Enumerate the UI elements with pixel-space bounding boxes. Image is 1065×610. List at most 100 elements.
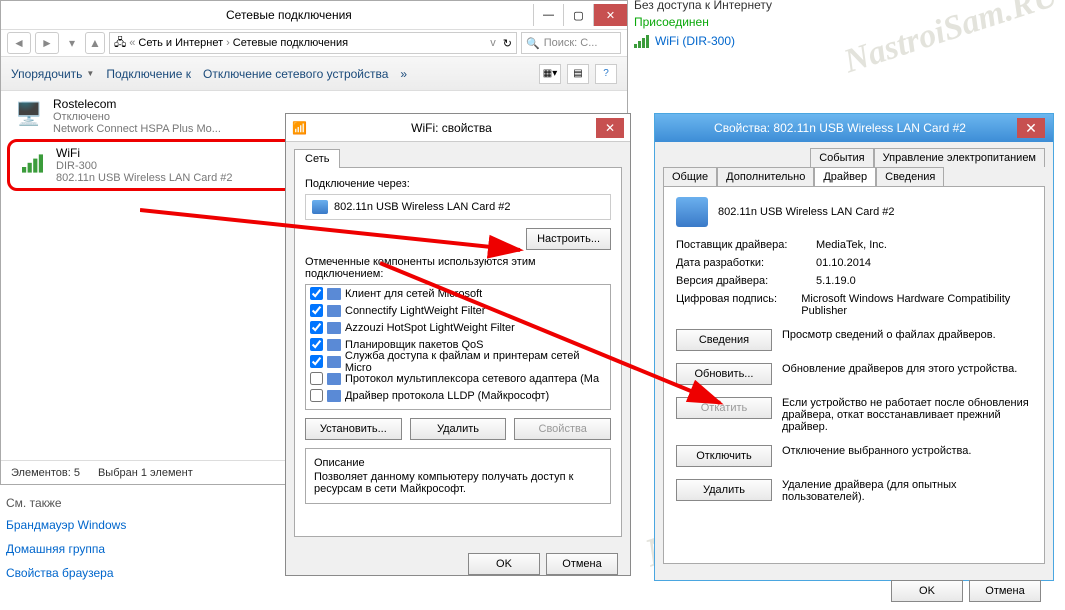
component-checkbox[interactable] (310, 321, 323, 334)
update-driver-button[interactable]: Обновить... (676, 363, 772, 385)
disable-device-button[interactable]: Отключить (676, 445, 772, 467)
component-checkbox[interactable] (310, 338, 323, 351)
connection-name: WiFi (56, 146, 233, 160)
list-item[interactable]: Протокол мультиплексора сетевого адаптер… (306, 370, 610, 387)
adapter-icon (312, 200, 328, 214)
breadcrumb-part[interactable]: Сеть и Интернет (138, 37, 223, 49)
nav-forward-button[interactable]: ► (35, 32, 59, 54)
delete-driver-button[interactable]: Удалить (676, 479, 772, 501)
component-checkbox[interactable] (310, 372, 323, 385)
tab-general[interactable]: Общие (663, 167, 717, 186)
refresh-icon[interactable]: ↻ (503, 37, 512, 50)
dialog-close-button[interactable]: ✕ (596, 118, 624, 138)
list-item[interactable]: Служба доступа к файлам и принтерам сете… (306, 353, 610, 370)
preview-pane-button[interactable]: ▤ (567, 64, 589, 84)
nav-back-button[interactable]: ◄ (7, 32, 31, 54)
selection-count: Выбран 1 элемент (98, 467, 193, 479)
browser-props-link[interactable]: Свойства браузера (6, 566, 126, 580)
address-toolbar: ◄ ► ▾ ▲ 🖧 « Сеть и Интернет › Сетевые по… (1, 29, 627, 57)
component-icon (327, 288, 341, 300)
update-driver-desc: Обновление драйверов для этого устройств… (782, 363, 1032, 375)
firewall-link[interactable]: Брандмауэр Windows (6, 518, 126, 532)
homegroup-link[interactable]: Домашняя группа (6, 542, 126, 556)
search-icon: 🔍 (526, 37, 540, 50)
see-also-panel: См. также Брандмауэр Windows Домашняя гр… (6, 496, 126, 590)
breadcrumb[interactable]: 🖧 « Сеть и Интернет › Сетевые подключени… (109, 32, 517, 54)
component-icon (327, 390, 341, 402)
command-toolbar: Упорядочить▼ Подключение к Отключение се… (1, 57, 627, 91)
connection-name: Rostelecom (53, 97, 221, 111)
tab-driver[interactable]: Драйвер (814, 167, 876, 186)
network-status-panel: Без доступа к Интернету Присоединен WiFi… (634, 0, 772, 48)
version-value: 5.1.19.0 (816, 275, 856, 287)
component-icon (327, 339, 341, 351)
component-checkbox[interactable] (310, 389, 323, 402)
cancel-button[interactable]: Отмена (969, 580, 1041, 602)
dialog-title: Свойства: 802.11n USB Wireless LAN Card … (663, 121, 1017, 135)
rollback-driver-button[interactable]: Откатить (676, 397, 772, 419)
component-checkbox[interactable] (310, 287, 323, 300)
dialog-close-button[interactable]: ✕ (1017, 118, 1045, 138)
ok-button[interactable]: OK (468, 553, 540, 575)
connection-device: Network Connect HSPA Plus Mo... (53, 123, 221, 135)
organize-button[interactable]: Упорядочить▼ (11, 67, 94, 81)
disable-device-desc: Отключение выбранного устройства. (782, 445, 1032, 457)
nav-up-button[interactable]: ▲ (85, 32, 105, 54)
driver-details-button[interactable]: Сведения (676, 329, 772, 351)
rollback-driver-desc: Если устройство не работает после обновл… (782, 397, 1032, 433)
disable-device-button[interactable]: Отключение сетевого устройства (203, 67, 388, 81)
tab-advanced[interactable]: Дополнительно (717, 167, 814, 186)
more-commands-button[interactable]: » (400, 67, 407, 81)
list-item[interactable]: Azzouzi HotSpot LightWeight Filter (306, 319, 610, 336)
ok-button[interactable]: OK (891, 580, 963, 602)
connection-icon: 🖥️ (11, 97, 47, 131)
tab-power[interactable]: Управление электропитанием (874, 148, 1045, 167)
list-item[interactable]: Драйвер протокола LLDP (Майкрософт) (306, 387, 610, 404)
device-icon (676, 197, 708, 227)
cancel-button[interactable]: Отмена (546, 553, 618, 575)
component-properties-button[interactable]: Свойства (514, 418, 611, 440)
connect-via-label: Подключение через: (305, 178, 611, 190)
components-label: Отмеченные компоненты используются этим … (305, 256, 611, 280)
vendor-label: Поставщик драйвера: (676, 239, 816, 251)
tab-events[interactable]: События (810, 148, 873, 167)
watermark: NastroiSam.RU (840, 0, 1063, 81)
help-button[interactable]: ? (595, 64, 617, 84)
connection-status: Отключено (53, 111, 221, 123)
tab-network[interactable]: Сеть (294, 149, 340, 168)
device-name: 802.11n USB Wireless LAN Card #2 (718, 206, 895, 218)
window-maximize-button[interactable]: ▢ (563, 4, 593, 26)
window-close-button[interactable]: ✕ (593, 4, 627, 26)
delete-driver-desc: Удаление драйвера (для опытных пользоват… (782, 479, 1032, 503)
breadcrumb-part[interactable]: Сетевые подключения (233, 37, 348, 49)
install-button[interactable]: Установить... (305, 418, 402, 440)
adapter-field: 802.11n USB Wireless LAN Card #2 (305, 194, 611, 220)
component-icon (327, 356, 341, 368)
remove-button[interactable]: Удалить (410, 418, 507, 440)
net-joined-label: Присоединен (634, 15, 772, 29)
component-icon (327, 305, 341, 317)
dialog-icon: 📶 (292, 121, 307, 135)
component-checkbox[interactable] (310, 304, 323, 317)
tab-details[interactable]: Сведения (876, 167, 944, 186)
nav-history-button[interactable]: ▾ (63, 32, 81, 54)
version-label: Версия драйвера: (676, 275, 816, 287)
search-input[interactable]: 🔍 Поиск: С... (521, 32, 621, 54)
driver-details-desc: Просмотр сведений о файлах драйверов. (782, 329, 1032, 341)
components-list[interactable]: Клиент для сетей Microsoft Connectify Li… (305, 284, 611, 410)
description-box: Описание Позволяет данному компьютеру по… (305, 448, 611, 504)
window-title: Сетевые подключения (226, 8, 533, 22)
connection-status: DIR-300 (56, 160, 233, 172)
view-dropdown-button[interactable]: ▦▾ (539, 64, 561, 84)
window-titlebar: Сетевые подключения — ▢ ✕ (1, 1, 627, 29)
component-checkbox[interactable] (310, 355, 323, 368)
list-item[interactable]: Connectify LightWeight Filter (306, 302, 610, 319)
date-value: 01.10.2014 (816, 257, 871, 269)
connect-to-button[interactable]: Подключение к (106, 67, 191, 81)
window-minimize-button[interactable]: — (533, 4, 563, 26)
configure-button[interactable]: Настроить... (526, 228, 611, 250)
list-item[interactable]: Клиент для сетей Microsoft (306, 285, 610, 302)
net-wifi-link[interactable]: WiFi (DIR-300) (634, 34, 772, 48)
net-access-label: Без доступа к Интернету (634, 0, 772, 12)
signature-label: Цифровая подпись: (676, 293, 801, 317)
